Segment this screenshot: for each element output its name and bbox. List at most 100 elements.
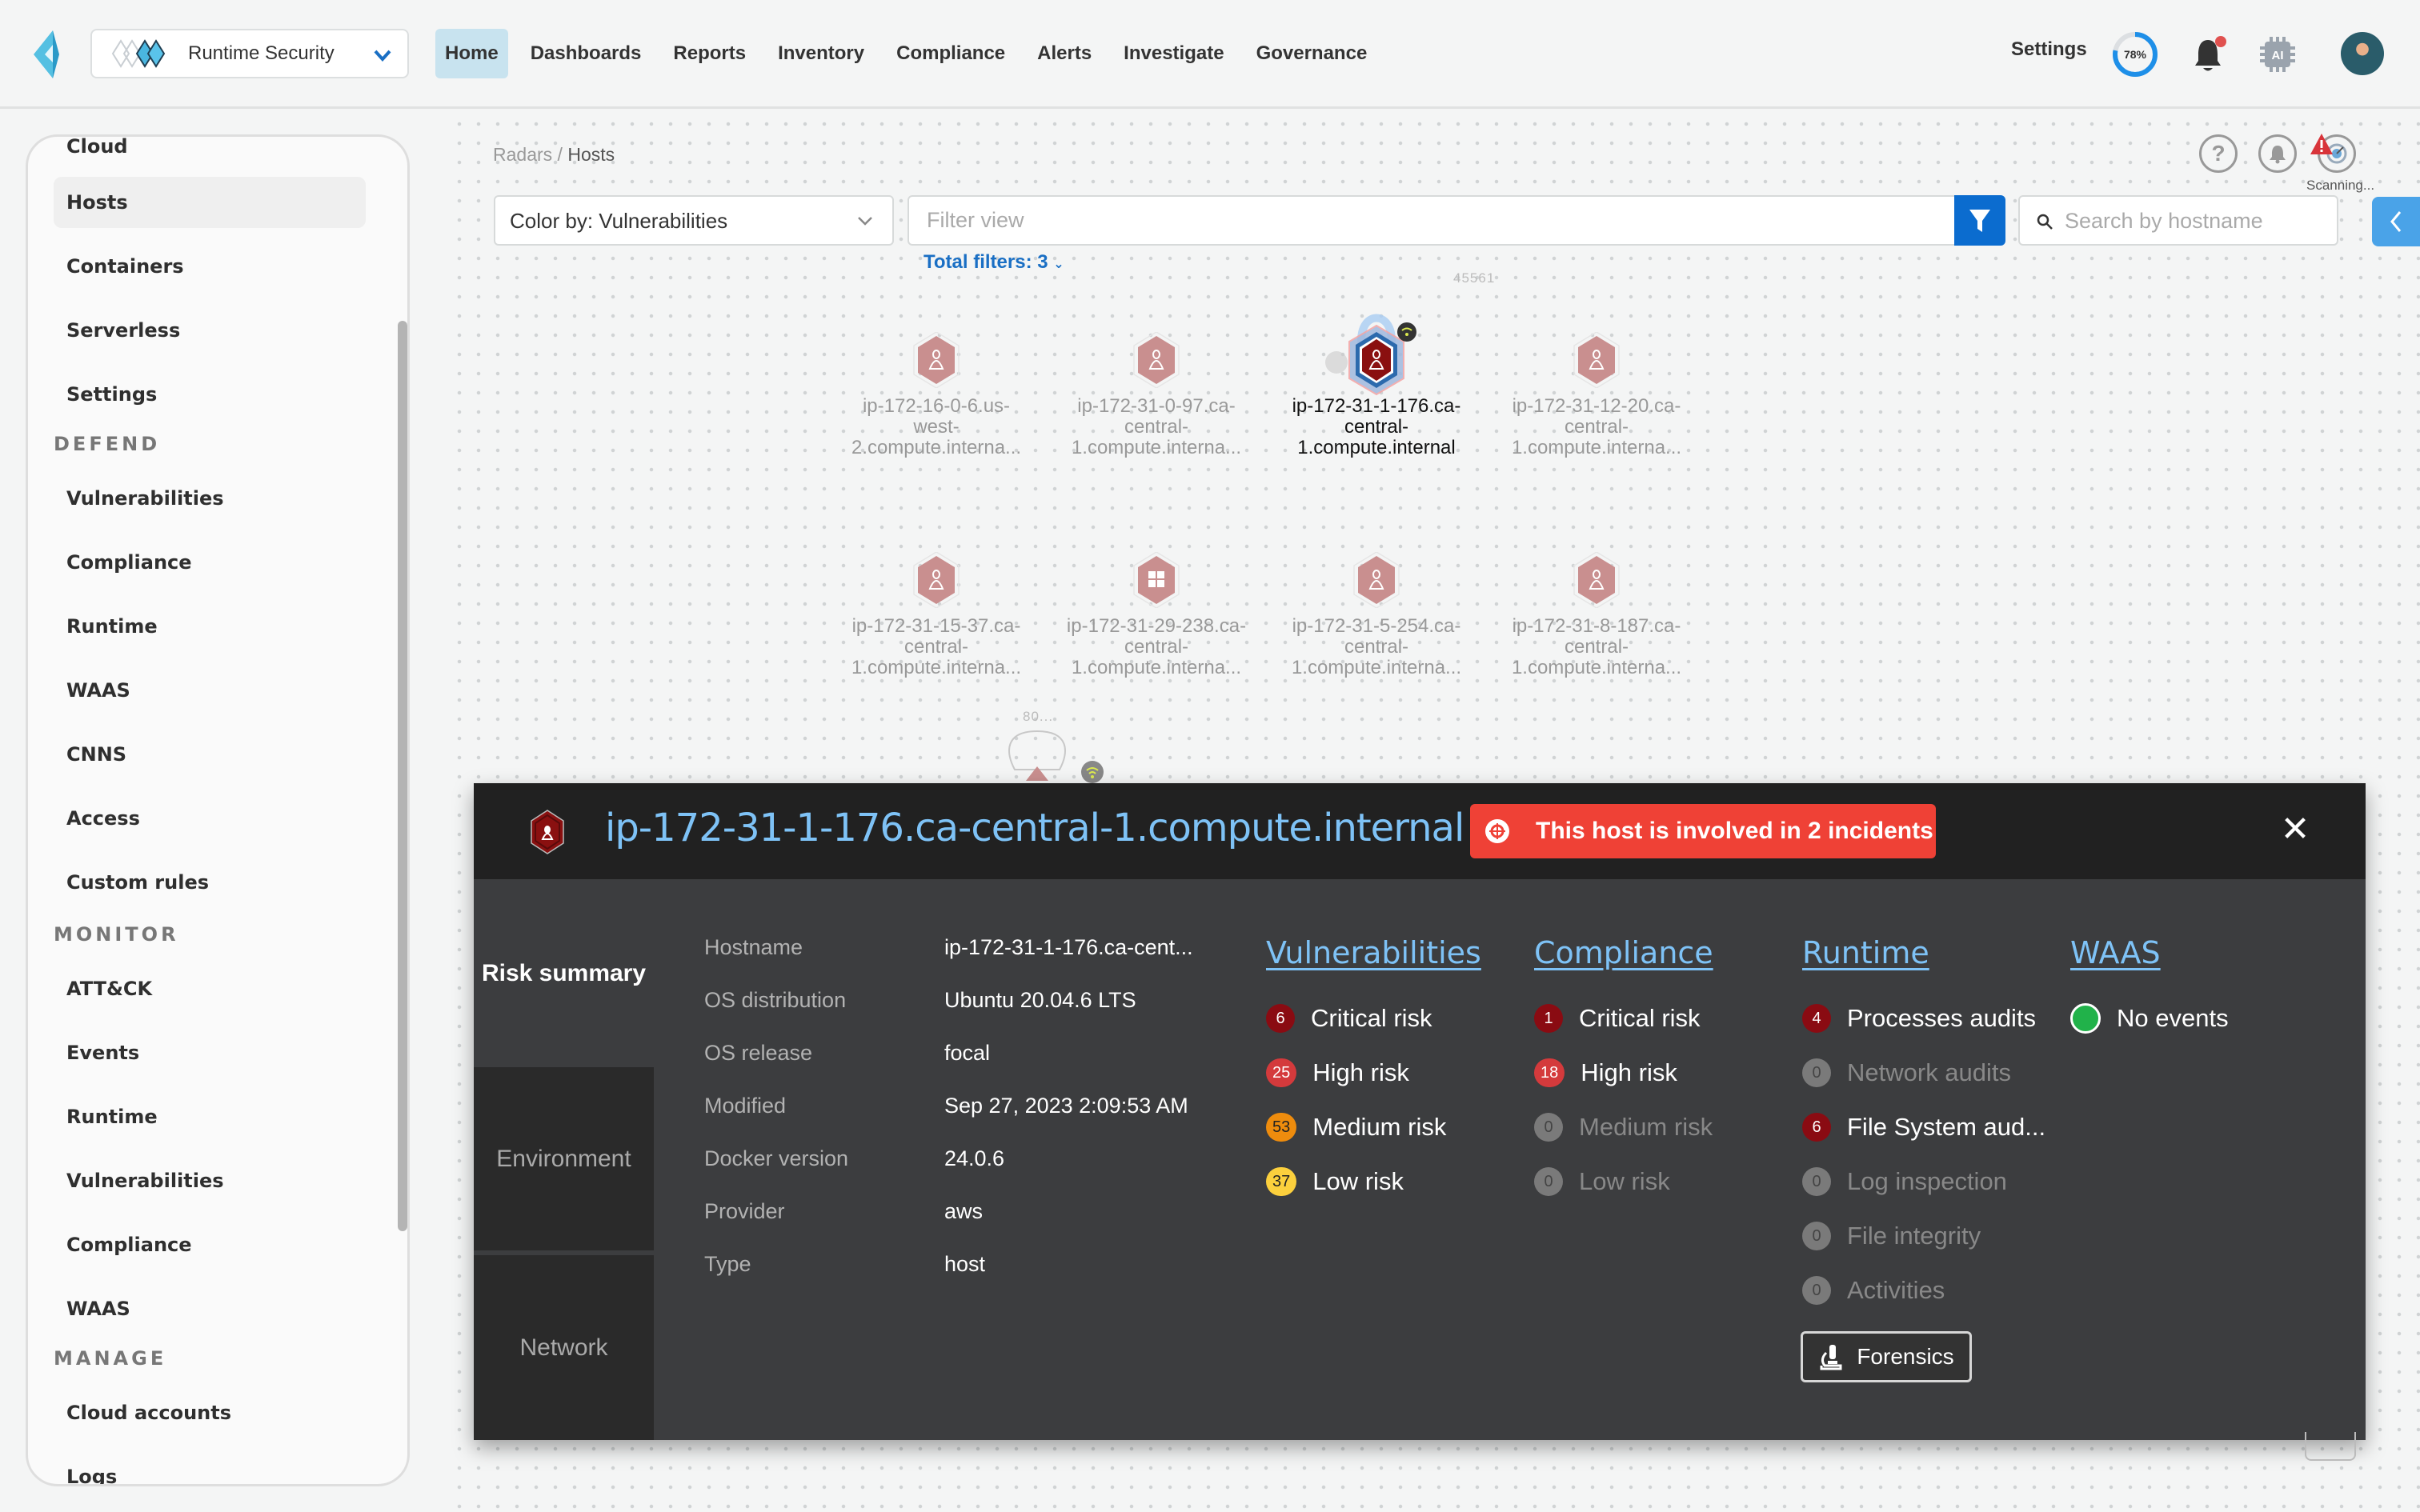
host-node-label-line: ip-172-16-0-6.us-	[862, 395, 1011, 417]
sidebar-item-serverless[interactable]: Serverless	[54, 305, 366, 356]
vulnerabilities-risk-row[interactable]: 25 High risk	[1266, 1046, 1481, 1100]
sidebar-item-monitor-runtime[interactable]: Runtime	[54, 1091, 366, 1142]
compliance-risk-row[interactable]: 1 Critical risk	[1534, 991, 1713, 1046]
host-node-label-line: 1.compute.interna...	[1511, 437, 1682, 458]
vulnerabilities-risk-row[interactable]: 53 Medium risk	[1266, 1100, 1481, 1154]
filter-view-input[interactable]	[908, 195, 1956, 246]
nav-reports[interactable]: Reports	[663, 29, 755, 78]
sidebar-item-defend-vulnerabilities[interactable]: Vulnerabilities	[54, 473, 366, 524]
host-node[interactable]: ip-172-31-15-37.ca-central- 1.compute.int…	[836, 552, 1036, 678]
host-node-label-line: 1.compute.interna...	[851, 657, 1022, 678]
nav-compliance[interactable]: Compliance	[887, 29, 1015, 78]
user-avatar[interactable]	[2341, 32, 2384, 75]
compliance-link[interactable]: Compliance	[1534, 935, 1713, 970]
runtime-link[interactable]: Runtime	[1802, 935, 2045, 970]
ai-assistant-icon[interactable]: AI	[2258, 35, 2297, 74]
nav-home[interactable]: Home	[435, 29, 508, 78]
sidebar-scrollbar[interactable]	[398, 321, 407, 1231]
nav-inventory[interactable]: Inventory	[768, 29, 874, 78]
compliance-risk-row[interactable]: 0 Low risk	[1534, 1154, 1713, 1209]
nav-alerts[interactable]: Alerts	[1028, 29, 1101, 78]
brand-logo-icon[interactable]	[30, 30, 70, 78]
compliance-risk-row[interactable]: 18 High risk	[1534, 1046, 1713, 1100]
sidebar-item-monitor-waas[interactable]: WAAS	[54, 1283, 366, 1334]
scan-status: Scanning...	[2306, 178, 2375, 193]
host-node-label-line: ip-172-31-1-176.ca-	[1292, 395, 1461, 417]
radar-alerts-button[interactable]	[2258, 134, 2297, 173]
vulnerabilities-risk-row[interactable]: 6 Critical risk	[1266, 991, 1481, 1046]
linux-host-icon	[913, 332, 960, 388]
runtime-risk-row[interactable]: 6 File System aud...	[1802, 1100, 2045, 1154]
host-node[interactable]: ip-172-31-1-176.ca-central- 1.compute.int…	[1276, 314, 1476, 458]
sidebar-item-monitor-compliance[interactable]: Compliance	[54, 1219, 366, 1270]
sidebar-item-defend-custom-rules[interactable]: Custom rules	[54, 857, 366, 908]
collapse-side-panel-button[interactable]	[2372, 197, 2420, 246]
host-node-label-line: central-	[903, 636, 969, 658]
host-node[interactable]: ip-172-31-5-254.ca-central- 1.compute.int…	[1276, 552, 1476, 678]
host-node[interactable]: ip-172-16-0-6.us-west- 2.compute.interna.…	[836, 332, 1036, 458]
sidebar-item-hosts[interactable]: Hosts	[54, 177, 366, 228]
color-by-select[interactable]: Color by: Vulnerabilities	[494, 195, 894, 246]
runtime-risk-row[interactable]: 4 Processes audits	[1802, 991, 2045, 1046]
product-selector[interactable]: Runtime Security	[90, 29, 409, 78]
compliance-risk-row[interactable]: 0 Medium risk	[1534, 1100, 1713, 1154]
detail-key: Modified	[704, 1094, 787, 1118]
tab-risk-summary[interactable]: Risk summary	[474, 879, 654, 1067]
sidebar-item-defend-cnns[interactable]: CNNS	[54, 729, 366, 780]
zoom-control[interactable]	[2305, 1432, 2356, 1461]
sidebar-item-defend-runtime[interactable]: Runtime	[54, 601, 366, 652]
host-node[interactable]: ip-172-31-8-187.ca-central- 1.compute.int…	[1496, 552, 1697, 678]
apply-filter-button[interactable]	[1954, 195, 2005, 246]
host-node[interactable]: ip-172-31-29-238.ca-central- 1.compute.in…	[1056, 552, 1256, 678]
host-node-label-line: central-	[1564, 416, 1629, 438]
help-button[interactable]: ?	[2199, 134, 2238, 173]
sidebar-item-cloud[interactable]: Cloud	[54, 137, 366, 172]
risk-label: File System aud...	[1847, 1113, 2046, 1141]
sidebar-item-containers[interactable]: Containers	[54, 241, 366, 292]
runtime-risk-row[interactable]: 0 Activities	[1802, 1263, 2045, 1318]
forensics-button[interactable]: Forensics	[1801, 1331, 1972, 1382]
runtime-risk-row[interactable]: 0 Log inspection	[1802, 1154, 2045, 1209]
sidebar-item-monitor-events[interactable]: Events	[54, 1027, 366, 1078]
sidebar-item-defend-waas[interactable]: WAAS	[54, 665, 366, 716]
linux-host-icon	[1133, 332, 1180, 388]
nav-investigate[interactable]: Investigate	[1114, 29, 1233, 78]
nav-dashboards[interactable]: Dashboards	[521, 29, 651, 78]
nav-governance[interactable]: Governance	[1247, 29, 1377, 78]
notifications-bell-icon[interactable]	[2190, 34, 2230, 75]
vulnerabilities-risk-row[interactable]: 37 Low risk	[1266, 1154, 1481, 1209]
sidebar-item-manage-logs[interactable]: Logs	[54, 1451, 366, 1484]
vulnerabilities-link[interactable]: Vulnerabilities	[1266, 935, 1481, 970]
tab-network[interactable]: Network	[474, 1255, 654, 1440]
sidebar-item-radar-settings[interactable]: Settings	[54, 369, 366, 420]
incident-banner[interactable]: This host is involved in 2 incidents	[1470, 804, 1936, 858]
host-node-label-line: central-	[1564, 636, 1629, 658]
sidebar-item-monitor-vulnerabilities[interactable]: Vulnerabilities	[54, 1155, 366, 1206]
host-node[interactable]: ip-172-31-0-97.ca-central- 1.compute.inte…	[1056, 332, 1256, 458]
hostname-search-input[interactable]	[2065, 203, 2329, 238]
waas-risk-row[interactable]: No events	[2070, 991, 2229, 1046]
partial-host-node[interactable]	[997, 720, 1077, 784]
settings-link[interactable]: Settings	[2011, 38, 2087, 61]
runtime-risk-row[interactable]: 0 File integrity	[1802, 1209, 2045, 1263]
host-node-label: ip-172-31-15-37.ca-central- 1.compute.int…	[836, 616, 1036, 678]
progress-ring[interactable]: 78%	[2111, 30, 2159, 78]
host-node[interactable]: ip-172-31-12-20.ca-central- 1.compute.int…	[1496, 332, 1697, 458]
filter-funnel-icon	[1969, 209, 1990, 232]
sidebar-item-defend-compliance[interactable]: Compliance	[54, 537, 366, 588]
total-filters-toggle[interactable]: Total filters: 3 ⌄	[924, 251, 1064, 274]
runtime-risk-row[interactable]: 0 Network audits	[1802, 1046, 2045, 1100]
breadcrumb-separator: /	[557, 144, 563, 165]
tab-environment[interactable]: Environment	[474, 1067, 654, 1253]
detail-key: OS distribution	[704, 988, 847, 1012]
sidebar-item-monitor-attack[interactable]: ATT&CK	[54, 963, 366, 1014]
breadcrumb-parent[interactable]: Radars	[493, 144, 552, 165]
risk-label: No events	[2117, 1004, 2229, 1032]
section-monitor: MONITOR	[54, 923, 179, 946]
sidebar-item-manage-cloud-accounts[interactable]: Cloud accounts	[54, 1387, 366, 1438]
product-layers-icon	[111, 39, 166, 68]
sidebar-item-defend-access[interactable]: Access	[54, 793, 366, 844]
waas-link[interactable]: WAAS	[2070, 935, 2229, 970]
hostname-search[interactable]	[2018, 195, 2338, 246]
close-panel-button[interactable]: ✕	[2279, 812, 2311, 847]
